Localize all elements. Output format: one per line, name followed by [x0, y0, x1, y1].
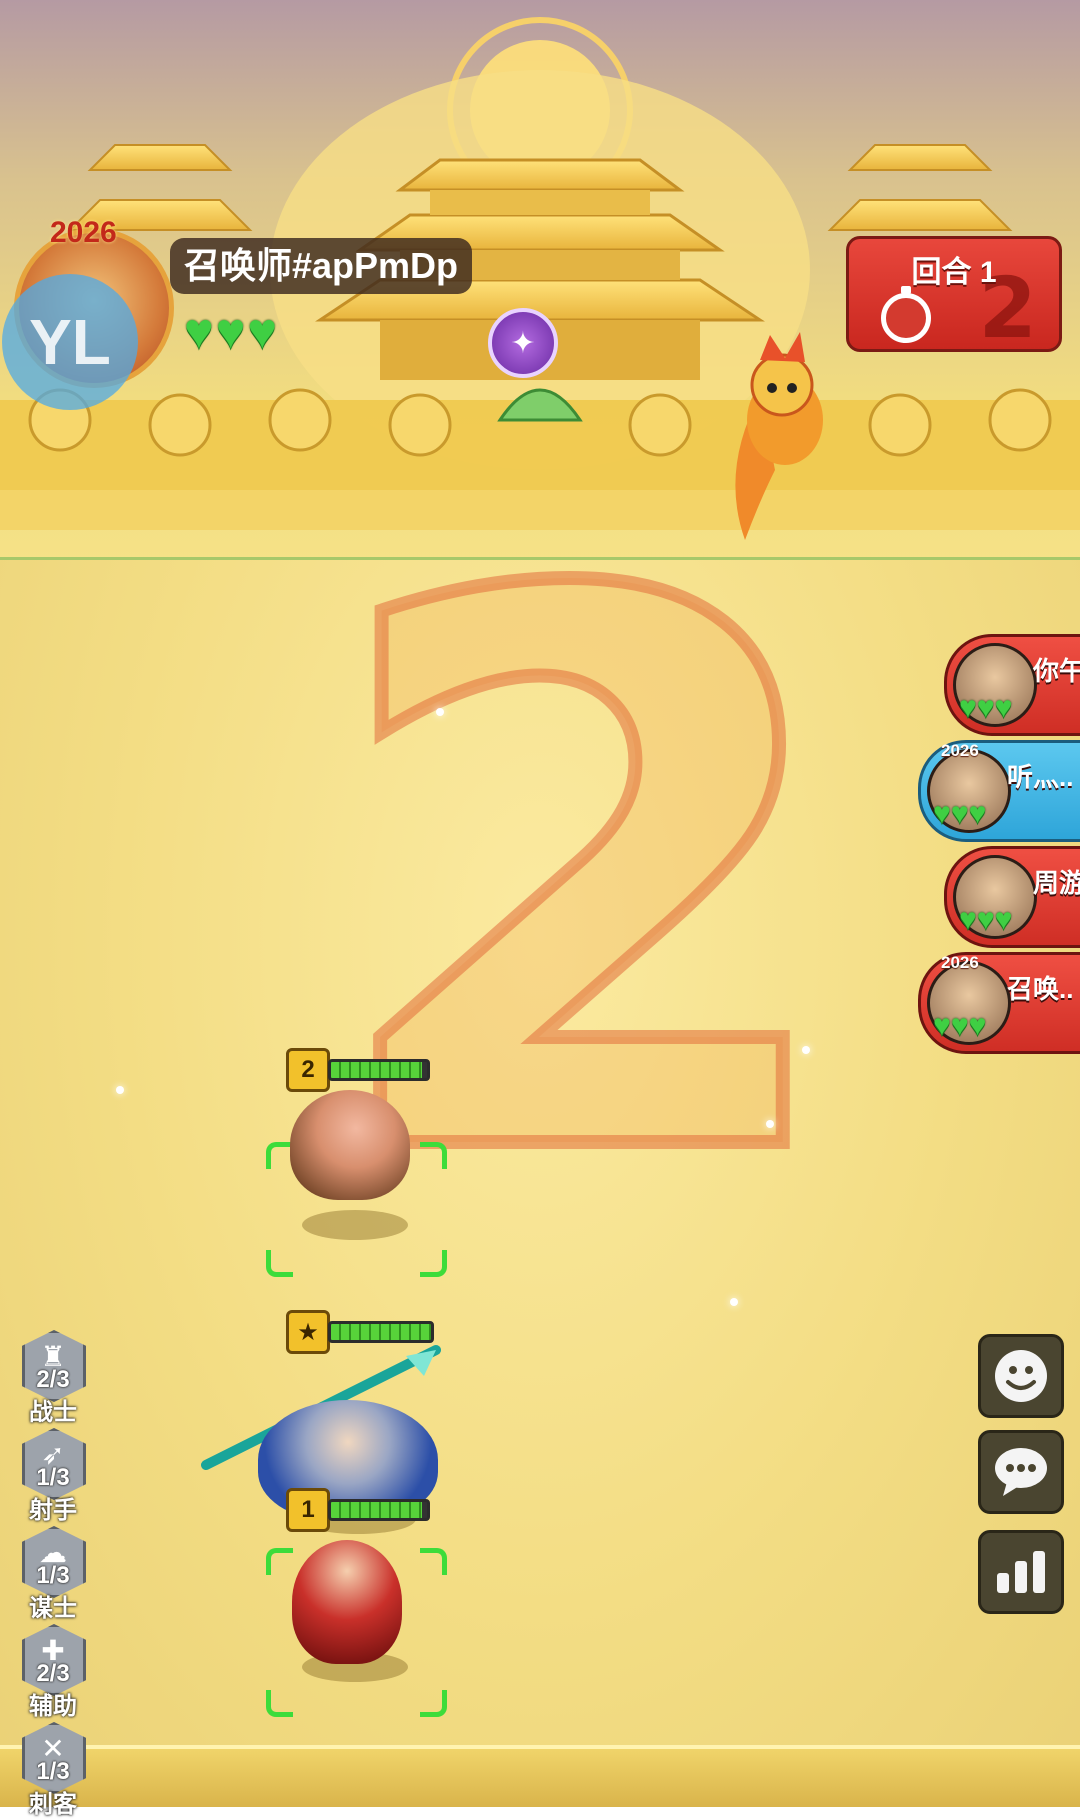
selection-corner	[266, 1548, 293, 1575]
unit-level-badge: 2	[286, 1048, 330, 1092]
opponent-name: 周游	[1033, 868, 1080, 898]
opponent-card[interactable]: 周游 ♥♥♥	[944, 846, 1080, 948]
selection-corner	[266, 1142, 293, 1169]
opponent-hearts: ♥♥♥	[933, 1009, 987, 1042]
spirit-buff-icon[interactable]: ✦	[488, 308, 558, 378]
role-count: 1/3	[36, 1562, 70, 1589]
role-label: 战士	[29, 1399, 77, 1426]
unit-status-bar: ★	[286, 1310, 434, 1354]
opponent-name: 你午	[1033, 656, 1080, 686]
player-lives: ♥ ♥ ♥	[184, 306, 277, 356]
role-support[interactable]: ✚ 2/3 辅助	[22, 1624, 86, 1720]
unit-health-bar	[328, 1321, 434, 1343]
round-label: 回合 1	[911, 256, 997, 289]
selection-corner	[266, 1690, 293, 1717]
unit-level-badge: ★	[286, 1310, 330, 1354]
floor-edge-decoration	[0, 1745, 1080, 1807]
sparkle	[436, 708, 444, 716]
unit-status-bar: 1	[286, 1488, 430, 1532]
opponent-hearts: ♥♥♥	[959, 903, 1013, 936]
unit-health-bar	[328, 1499, 430, 1521]
opponent-card[interactable]: 你午 ♥♥♥	[944, 634, 1080, 736]
heart-icon: ♥	[247, 303, 278, 359]
role-label: 谋士	[29, 1595, 77, 1622]
opponent-card[interactable]: 2026 召唤.. ♥♥♥	[918, 952, 1080, 1054]
chat-icon	[995, 1448, 1047, 1496]
role-label: 刺客	[29, 1791, 77, 1818]
sparkle	[730, 1298, 738, 1306]
game-logo-watermark: YL	[2, 274, 138, 410]
role-count: 2/3	[36, 1366, 70, 1393]
opponent-hearts: ♥♥♥	[959, 691, 1013, 724]
sparkle	[766, 1120, 774, 1128]
unit-status-bar: 2	[286, 1048, 430, 1092]
unit-level-badge: 1	[286, 1488, 330, 1532]
stats-button[interactable]	[978, 1530, 1064, 1614]
role-label: 射手	[29, 1497, 77, 1524]
selection-corner	[266, 1250, 293, 1277]
opponent-card-active[interactable]: 2026 听灬.. ♥♥♥	[918, 740, 1080, 842]
sparkle	[116, 1086, 124, 1094]
stats-icon	[997, 1551, 1045, 1593]
player-name: 召唤师#apPmDp	[170, 238, 473, 294]
role-archer[interactable]: ➶ 1/3 射手	[22, 1428, 86, 1524]
opponent-year-badge: 2026	[941, 953, 979, 972]
round-indicator: 2 回合 1	[846, 236, 1062, 357]
unit-health-bar	[328, 1059, 430, 1081]
stopwatch-icon	[881, 286, 931, 343]
role-count: 1/3	[36, 1758, 70, 1785]
emote-button[interactable]	[978, 1334, 1064, 1418]
role-count: 1/3	[36, 1464, 70, 1491]
sparkle	[802, 1046, 810, 1054]
swordsman-unit	[292, 1540, 402, 1664]
role-assassin[interactable]: ✕ 1/3 刺客	[22, 1722, 86, 1818]
opponent-name: 召唤..	[1007, 974, 1074, 1004]
chat-button[interactable]	[978, 1430, 1064, 1514]
selection-corner	[420, 1690, 447, 1717]
role-label: 辅助	[29, 1693, 77, 1720]
emoji-icon	[995, 1350, 1047, 1402]
opponent-hearts: ♥♥♥	[933, 797, 987, 830]
role-warrior[interactable]: ♜ 2/3 战士	[22, 1330, 86, 1426]
heart-icon: ♥	[184, 303, 214, 359]
monk-unit	[290, 1090, 410, 1200]
unit-health-fill	[331, 1324, 431, 1340]
avatar-year-badge: 2026	[50, 216, 117, 249]
role-count: 2/3	[36, 1660, 70, 1687]
unit-shadow	[302, 1210, 408, 1240]
opponent-name: 听灬..	[1007, 762, 1074, 792]
unit-health-fill	[331, 1502, 423, 1518]
selection-corner	[420, 1548, 447, 1575]
selection-corner	[420, 1142, 447, 1169]
heart-icon: ♥	[215, 303, 246, 359]
selection-corner	[420, 1250, 447, 1277]
unit-health-fill	[331, 1062, 423, 1078]
opponent-year-badge: 2026	[941, 741, 979, 760]
role-strategist[interactable]: ☁ 1/3 谋士	[22, 1526, 86, 1622]
